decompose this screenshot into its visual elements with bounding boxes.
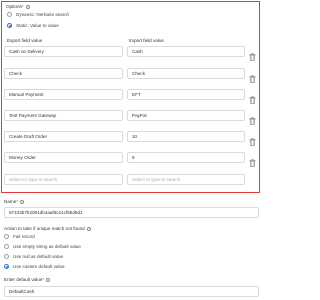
required-mark: * [21,4,24,9]
options-label: Options* [6,4,30,9]
required-mark: * [42,277,45,282]
delete-row-icon[interactable] [249,154,256,167]
required-mark: * [16,199,19,204]
export-value-input[interactable]: Cash on Delivery [4,46,123,57]
info-icon [86,226,91,231]
info-icon [25,4,30,9]
info-icon [20,199,25,204]
import-value-search-input[interactable]: Select or type to search [127,174,245,185]
import-value-input[interactable]: 10 [127,131,245,142]
export-value-input[interactable]: Test Payment Gateway [4,110,123,121]
import-field-header: Import field value [129,38,164,43]
delete-row-icon[interactable] [249,48,256,61]
no-match-option-label: Use empty string as default value [13,244,81,249]
import-value-input[interactable]: Check [127,68,245,79]
export-value-input[interactable]: Check [4,68,123,79]
export-value-input[interactable]: Money Order [4,152,123,163]
name-input[interactable]: 67103b7b2081db4aaf5c21cf55d8d1 [4,207,259,218]
no-match-option-label: Use custom default value [13,264,65,269]
radio-dynamic-search[interactable]: Dynamic: NetSuite search [7,12,69,17]
no-match-option[interactable]: Use custom default value [4,264,65,269]
radio-static-label: Static: Value to value [16,23,59,28]
name-label-text: Name [4,199,17,204]
no-match-option[interactable]: Use null as default value [4,254,63,259]
radio-dynamic-label: Dynamic: NetSuite search [16,12,70,17]
no-match-option[interactable]: Fail record [4,234,35,239]
export-value-input[interactable]: Manual Payment [4,89,123,100]
import-value-input[interactable]: Cash [127,46,245,57]
no-match-option[interactable]: Use empty string as default value [4,244,81,249]
import-value-input[interactable]: PayPal [127,110,245,121]
default-value-label: Enter default value* [4,277,51,282]
radio-button[interactable] [4,234,9,239]
info-icon [46,277,51,282]
name-label: Name* [4,199,25,204]
delete-row-icon[interactable] [249,91,256,104]
radio-button-selected[interactable] [4,264,9,269]
delete-row-icon[interactable] [249,133,256,146]
radio-button[interactable] [4,244,9,249]
export-value-search-input[interactable]: Select or type to search [4,174,123,185]
export-value-input[interactable]: Create Draft Order [4,131,123,142]
no-match-option-label: Use null as default value [13,254,64,259]
default-value-input[interactable]: DefaultCash [4,286,259,297]
options-label-text: Options [6,4,22,9]
radio-button-selected[interactable] [7,23,12,28]
no-match-label: Action to take if unique match not found [4,226,91,231]
import-value-input[interactable]: EFT [127,89,245,100]
delete-row-icon[interactable] [249,112,256,125]
no-match-option-label: Fail record [13,234,35,239]
import-value-input[interactable]: 9 [127,152,245,163]
radio-button[interactable] [7,12,12,17]
export-field-header: Export field value [7,38,43,43]
no-match-label-text: Action to take if unique match not found [4,226,85,231]
default-value-label-text: Enter default value [4,277,43,282]
radio-static-value[interactable]: Static: Value to value [7,23,59,28]
delete-row-icon[interactable] [249,70,256,83]
radio-button[interactable] [4,254,9,259]
